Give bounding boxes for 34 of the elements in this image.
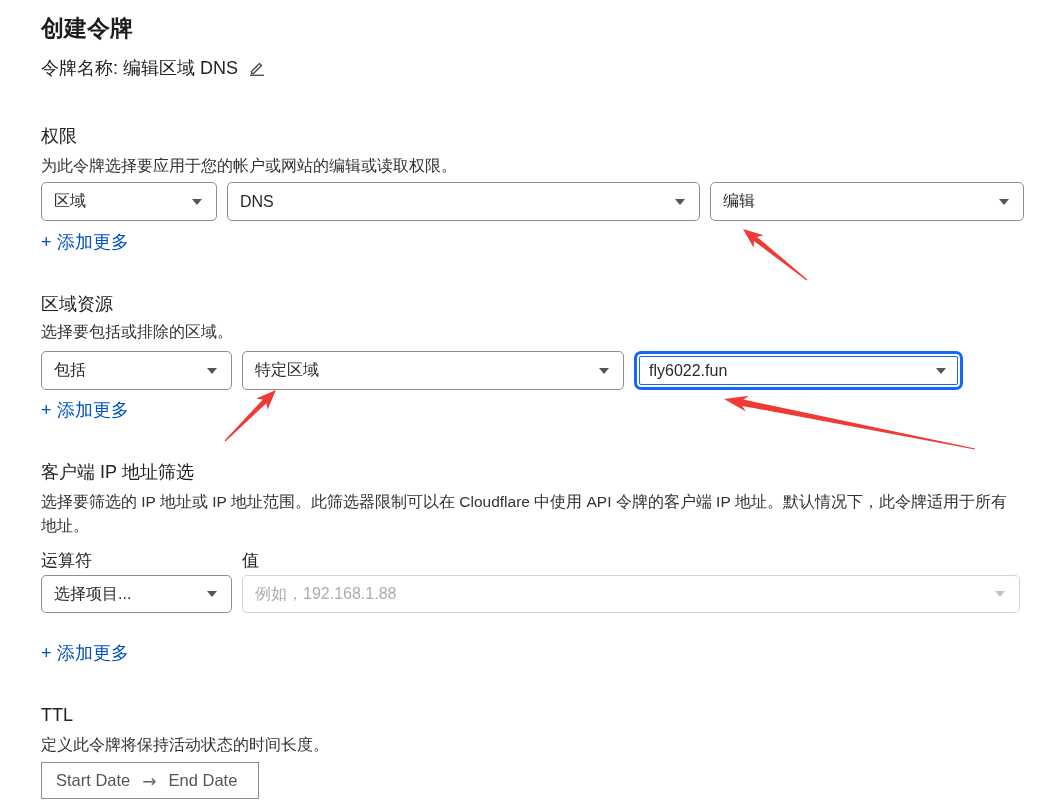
- field-label: 运算符: [41, 550, 92, 571]
- annotation-arrow: [224, 390, 276, 442]
- select-dropdown[interactable]: DNS: [227, 182, 700, 221]
- caret-icon: [936, 367, 946, 374]
- select-dropdown[interactable]: 选择项目...: [41, 575, 232, 613]
- select-dropdown[interactable]: fly6022.fun: [634, 351, 963, 390]
- date-range-field[interactable]: Start Date → End Date: [41, 762, 259, 799]
- caret-icon: [999, 198, 1009, 205]
- annotation-arrow: [743, 229, 808, 281]
- select-dropdown[interactable]: 编辑: [710, 182, 1024, 221]
- section-title: TTL: [41, 704, 73, 727]
- section-description: 选择要包括或排除的区域。: [41, 322, 233, 342]
- add-more-link[interactable]: + 添加更多: [41, 398, 129, 422]
- section-description: 为此令牌选择要应用于您的帐户或网站的编辑或读取权限。: [41, 156, 457, 176]
- add-more-link[interactable]: + 添加更多: [41, 641, 129, 665]
- section-title: 权限: [41, 125, 77, 148]
- add-more-link[interactable]: + 添加更多: [41, 230, 129, 254]
- section-description: 选择要筛选的 IP 地址或 IP 地址范围。此筛选器限制可以在 Cloudflare 中使用 API 令牌的客户端 IP 地址。默认情况下，此令牌适用于所有地址。: [41, 492, 1008, 536]
- section-description: 定义此令牌将保持活动状态的时间长度。: [41, 735, 329, 755]
- caret-icon: [207, 367, 217, 374]
- select-dropdown[interactable]: 区域: [41, 182, 217, 221]
- field-label: 值: [242, 550, 259, 571]
- section-title: 区域资源: [41, 293, 113, 316]
- caret-icon: [599, 367, 609, 374]
- pencil-icon[interactable]: [249, 60, 265, 76]
- select-dropdown[interactable]: 包括: [41, 351, 232, 390]
- caret-icon: [207, 591, 217, 597]
- section-title: 客户端 IP 地址筛选: [41, 461, 194, 484]
- caret-icon: [995, 591, 1005, 597]
- caret-icon: [192, 198, 202, 205]
- select-dropdown[interactable]: 特定区域: [242, 351, 624, 390]
- token-name: 令牌名称: 编辑区域 DNS: [41, 57, 238, 80]
- caret-icon: [675, 198, 685, 205]
- page-title: 创建令牌: [41, 15, 133, 43]
